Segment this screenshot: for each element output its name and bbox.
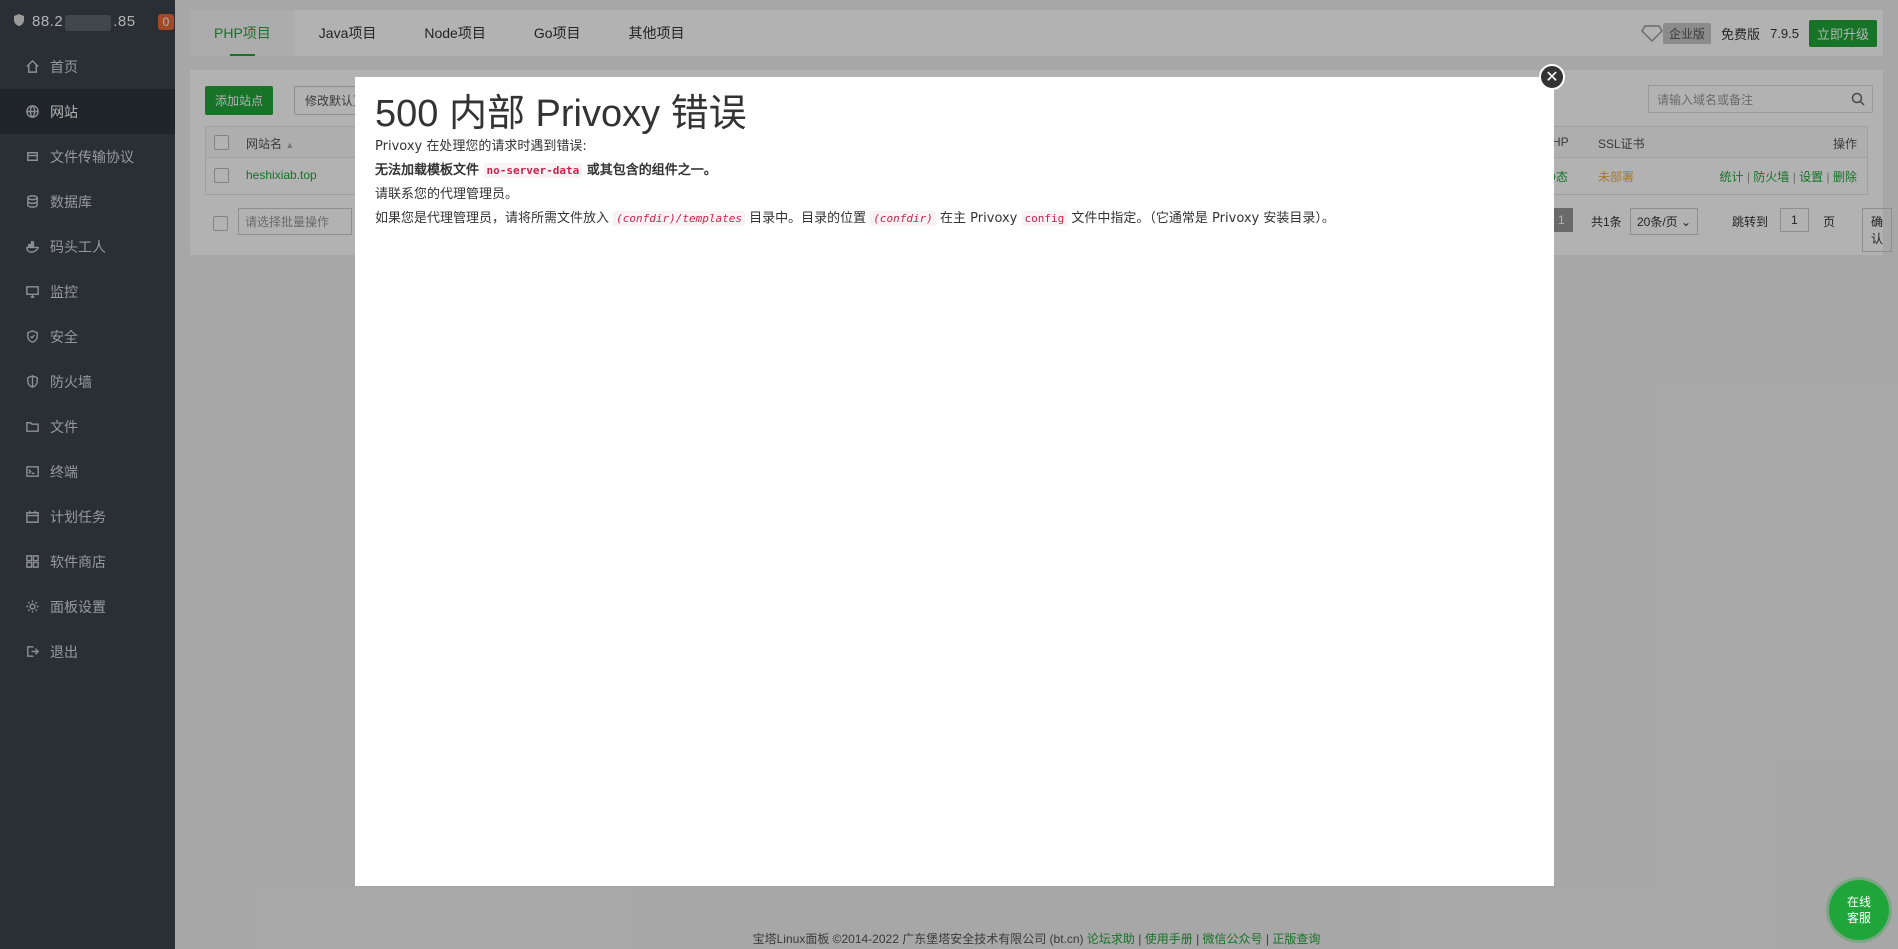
error-line-4-text-c: 在主 Privoxy <box>940 211 1018 226</box>
error-line-3: 请联系您的代理管理员。 <box>375 187 519 202</box>
error-line-2-text-b: 或其包含的组件之一。 <box>586 163 717 178</box>
error-line-4: 如果您是代理管理员，请将所需文件放入 (confdir)/templates 目… <box>375 207 1534 231</box>
template-code: no-server-data <box>483 163 583 178</box>
online-support-button[interactable]: 在线 客服 <box>1829 880 1889 940</box>
error-content: 500 内部 Privoxy 错误 Privoxy 在处理您的请求时遇到错误: … <box>375 93 1534 231</box>
error-modal: 500 内部 Privoxy 错误 Privoxy 在处理您的请求时遇到错误: … <box>355 77 1554 886</box>
confdir-code: (confdir) <box>870 211 936 226</box>
error-line-2: 无法加载模板文件 no-server-data 或其包含的组件之一。 <box>375 159 1534 183</box>
chat-line-2: 客服 <box>1846 911 1871 925</box>
close-icon[interactable]: ✕ <box>1539 64 1565 90</box>
error-line-2-text-a: 无法加载模板文件 <box>375 163 480 178</box>
config-code: config <box>1021 211 1068 226</box>
templates-path-code: (confdir)/templates <box>613 211 745 226</box>
chat-line-1: 在线 <box>1846 895 1871 909</box>
error-title: 500 内部 Privoxy 错误 <box>375 93 747 135</box>
error-line-4-text-b: 目录中。目录的位置 <box>749 211 867 226</box>
error-line-4-text-d: 文件中指定。（它通常是 Privoxy 安装目录）。 <box>1071 211 1335 226</box>
error-line-4-text-a: 如果您是代理管理员，请将所需文件放入 <box>375 211 610 226</box>
error-line-1: Privoxy 在处理您的请求时遇到错误: <box>375 139 587 154</box>
